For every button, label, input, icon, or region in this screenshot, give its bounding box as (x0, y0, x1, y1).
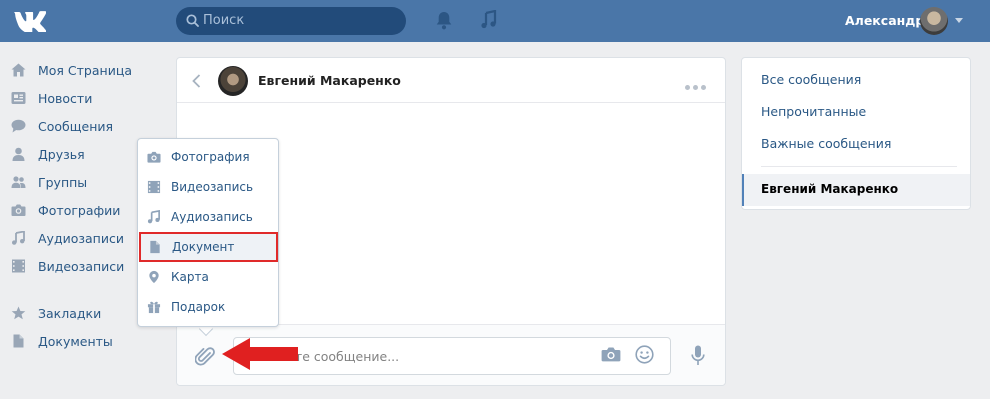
active-dialog-label: Евгений Макаренко (761, 182, 899, 196)
user-name[interactable]: Александр (845, 13, 924, 28)
sidebar-item-news[interactable]: Новости (0, 84, 165, 112)
annotation-arrow (222, 338, 298, 370)
sidebar-item-messages[interactable]: Сообщения (0, 112, 165, 140)
attach-audio-label: Аудиозапись (171, 210, 253, 224)
attach-document-label: Документ (172, 240, 235, 254)
music-note-icon (12, 231, 25, 245)
document-icon (150, 240, 160, 254)
document-icon (13, 334, 24, 348)
home-icon (11, 63, 26, 77)
sidebar-item-label: Сообщения (38, 119, 114, 134)
music-icon[interactable] (481, 10, 497, 29)
bell-icon[interactable] (436, 11, 452, 30)
sidebar-item-label: Аудиозаписи (38, 231, 124, 246)
sidebar-item-my-page[interactable]: Моя Страница (0, 56, 165, 84)
attach-document[interactable]: Документ (139, 232, 278, 262)
filter-unread[interactable]: Непрочитанные (742, 95, 970, 127)
divider (761, 166, 957, 167)
friend-icon (12, 147, 25, 161)
gift-icon (147, 301, 161, 314)
attach-video[interactable]: Видеозапись (138, 172, 278, 202)
attach-gift[interactable]: Подарок (138, 292, 278, 322)
groups-icon (11, 176, 26, 188)
film-icon (12, 259, 25, 273)
active-dialog-item[interactable]: Евгений Макаренко (742, 174, 970, 206)
attach-menu: Фотография Видеозапись Аудиозапись Докум… (137, 138, 279, 327)
contact-name[interactable]: Евгений Макаренко (258, 73, 401, 88)
top-bar: Поиск Александр (0, 0, 990, 42)
sidebar-item-label: Друзья (38, 147, 85, 162)
filter-important[interactable]: Важные сообщения (742, 127, 970, 159)
attach-video-label: Видеозапись (171, 180, 254, 194)
attach-gift-label: Подарок (171, 300, 226, 314)
search-icon (186, 14, 199, 27)
music-note-icon (147, 210, 160, 224)
star-icon (11, 306, 26, 320)
emoji-icon[interactable] (635, 345, 654, 364)
contact-avatar[interactable] (218, 66, 248, 96)
back-arrow-icon[interactable] (192, 74, 201, 88)
sidebar-item-label: Новости (38, 91, 93, 106)
attach-photo-label: Фотография (171, 150, 250, 164)
sidebar-item-label: Моя Страница (38, 63, 132, 78)
attach-audio[interactable]: Аудиозапись (138, 202, 278, 232)
filter-label: Непрочитанные (761, 104, 867, 119)
messages-icon (11, 119, 26, 133)
microphone-icon[interactable] (691, 345, 705, 366)
user-avatar[interactable] (920, 7, 948, 35)
filter-all-messages[interactable]: Все сообщения (742, 63, 970, 95)
chevron-down-icon[interactable] (955, 18, 963, 23)
more-options-icon[interactable] (685, 79, 709, 94)
map-pin-icon (149, 270, 159, 284)
film-icon (147, 180, 161, 194)
paperclip-icon[interactable] (195, 346, 215, 368)
search-input[interactable]: Поиск (176, 7, 406, 35)
camera-icon[interactable] (601, 346, 621, 362)
attach-map[interactable]: Карта (138, 262, 278, 292)
search-placeholder: Поиск (203, 13, 245, 28)
filter-label: Все сообщения (761, 72, 862, 87)
dialog-filters: Все сообщения Непрочитанные Важные сообщ… (741, 57, 971, 210)
attach-photo[interactable]: Фотография (138, 142, 278, 172)
vk-logo[interactable] (12, 8, 46, 32)
sidebar-item-label: Видеозаписи (38, 259, 125, 274)
sidebar-item-label: Закладки (38, 306, 102, 321)
sidebar-item-documents[interactable]: Документы (0, 327, 165, 355)
camera-icon (147, 151, 161, 163)
news-icon (11, 92, 26, 104)
sidebar-item-label: Документы (38, 334, 113, 349)
attach-map-label: Карта (171, 270, 209, 284)
chat-header: Евгений Макаренко (177, 58, 725, 103)
sidebar-item-label: Группы (38, 175, 88, 190)
camera-icon (11, 204, 26, 216)
filter-label: Важные сообщения (761, 136, 892, 151)
sidebar-item-label: Фотографии (38, 203, 121, 218)
